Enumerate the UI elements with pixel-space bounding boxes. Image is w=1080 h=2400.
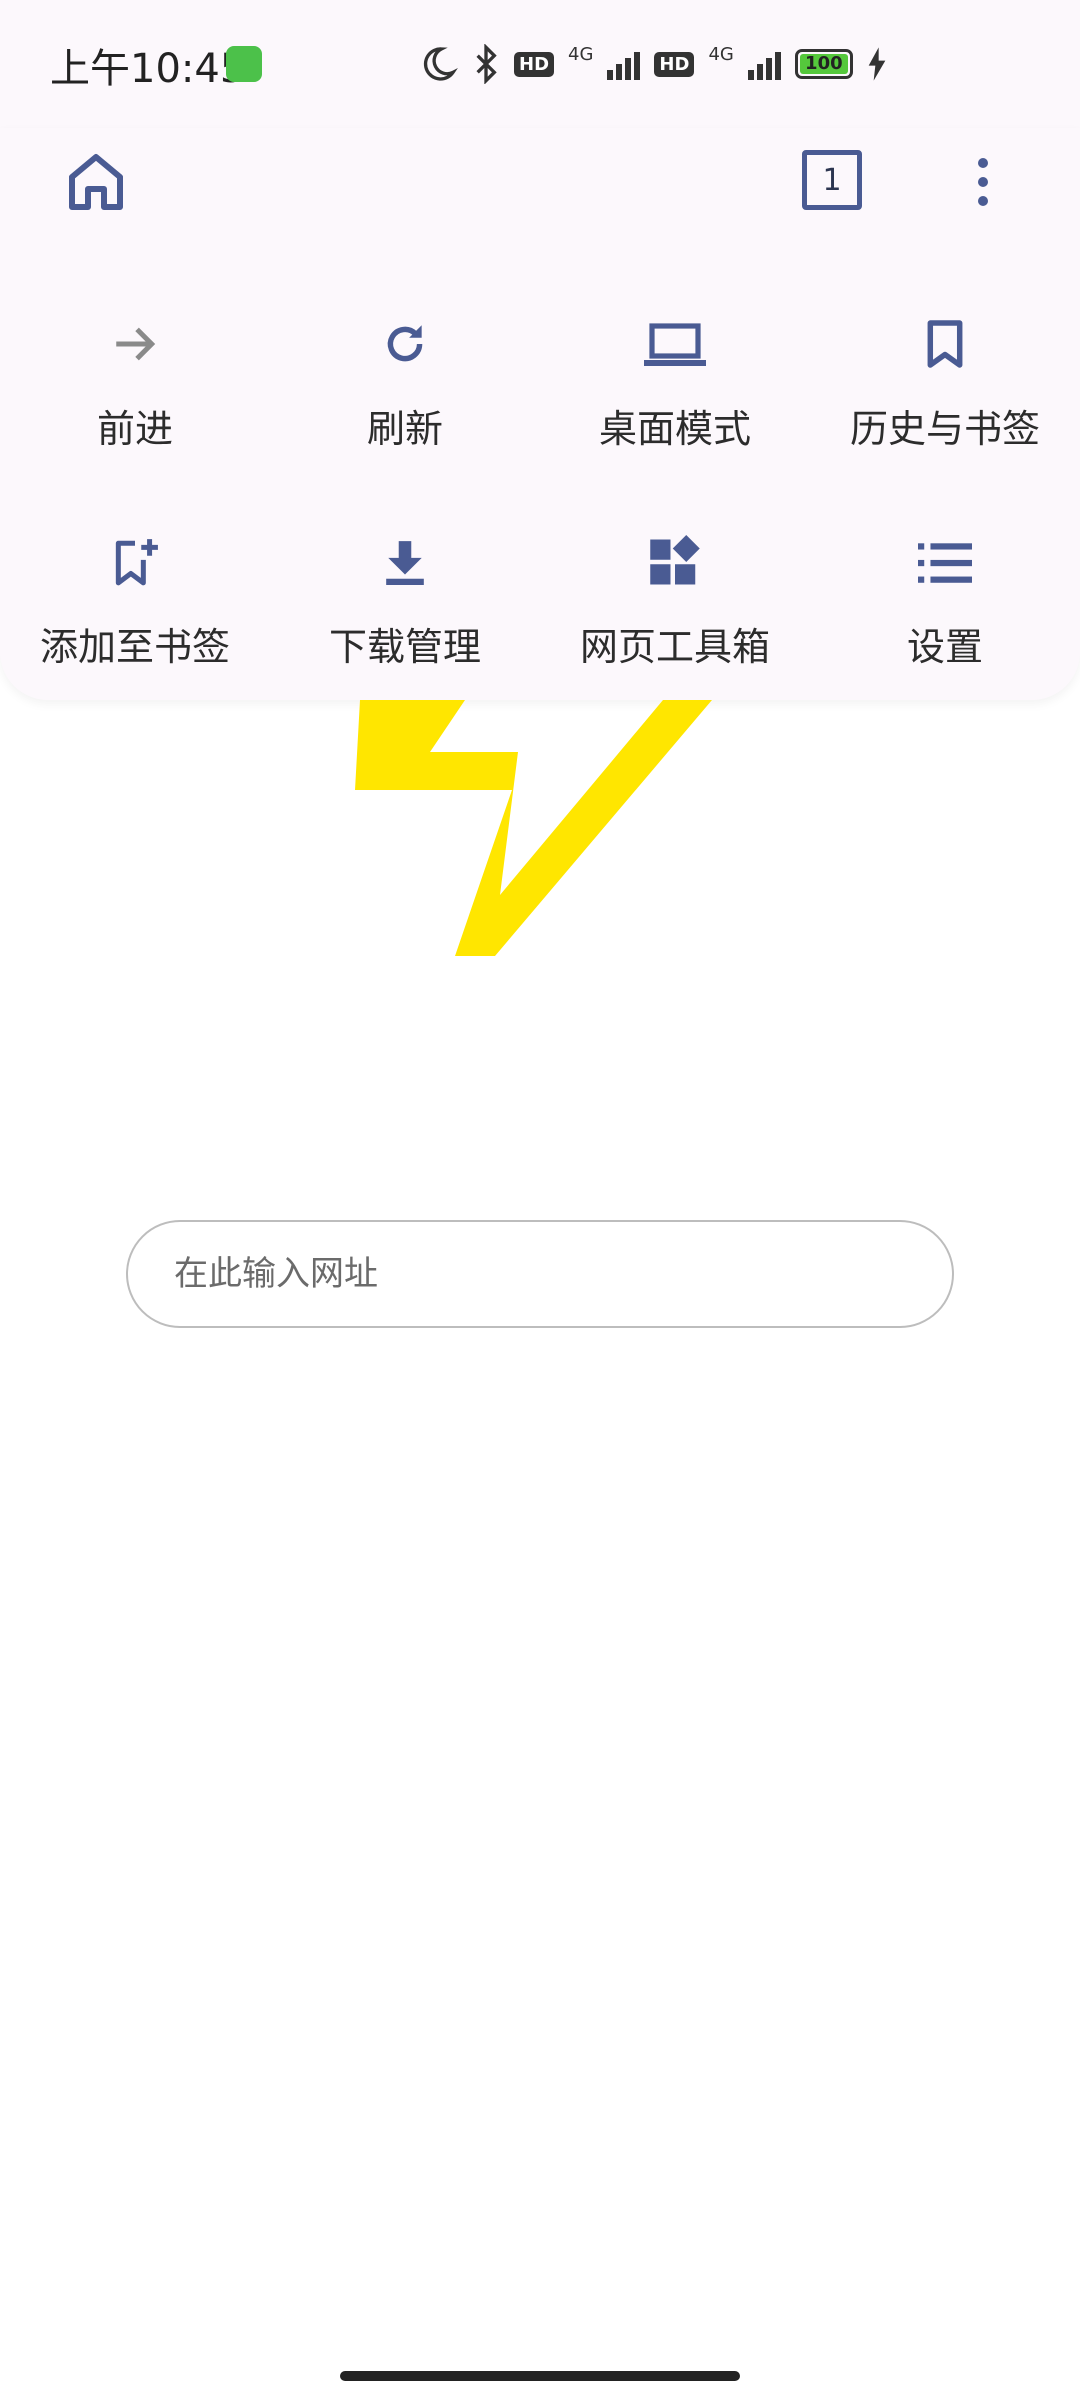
menu-item-refresh[interactable]: 刷新 [270, 288, 540, 508]
menu-item-label: 前进 [96, 407, 173, 451]
signal-icon [747, 48, 781, 80]
more-options-button[interactable] [958, 142, 1008, 222]
tab-count: 1 [802, 150, 862, 210]
menu-item-add-bookmark[interactable]: 添加至书签 [0, 506, 270, 726]
bookmark-add-icon [115, 539, 158, 586]
menu-item-label: 添加至书签 [39, 625, 230, 669]
app-notification-icon [226, 46, 262, 82]
list-settings-icon [918, 543, 972, 583]
network-type: 4G [568, 43, 594, 65]
menu-item-label: 刷新 [366, 407, 443, 451]
home-indicator[interactable] [340, 2371, 740, 2381]
hd-badge: HD [514, 51, 555, 77]
signal-icon [607, 48, 641, 80]
laptop-icon [644, 323, 706, 366]
url-input[interactable] [172, 1253, 952, 1295]
tabs-button[interactable]: 1 [798, 146, 866, 214]
browser-logo [355, 700, 712, 956]
arrow-right-icon [116, 327, 156, 361]
download-icon [386, 541, 424, 585]
menu-item-label: 下载管理 [328, 625, 481, 669]
moon-icon [423, 47, 458, 81]
status-time: 上午10:45 [50, 46, 246, 92]
charging-icon [868, 47, 886, 81]
status-bar: 上午10:45 HD 4G HD 4G 100 [0, 0, 1080, 128]
hd-badge: HD [654, 51, 695, 77]
browser-menu-panel: 1 前进 刷新 桌面模式 历史与书签 添加至书签 下载管理 网页工具箱 设置 [0, 128, 1080, 700]
widgets-icon [650, 535, 700, 585]
status-icons: HD 4G HD 4G 100 [418, 40, 887, 88]
refresh-icon [387, 325, 423, 362]
menu-item-web-toolbox[interactable]: 网页工具箱 [540, 506, 810, 726]
menu-item-forward[interactable]: 前进 [0, 288, 270, 508]
network-type: 4G [708, 43, 734, 65]
menu-item-desktop-mode[interactable]: 桌面模式 [540, 288, 810, 508]
menu-item-download-manager[interactable]: 下载管理 [270, 506, 540, 726]
battery-icon: 100 [794, 49, 853, 79]
url-search-box[interactable] [126, 1220, 954, 1328]
menu-item-label: 历史与书签 [849, 407, 1040, 451]
home-button[interactable] [56, 142, 136, 222]
more-vert-icon [978, 158, 988, 206]
menu-item-label: 桌面模式 [598, 407, 751, 451]
bluetooth-icon [476, 44, 497, 84]
bookmark-icon [927, 320, 963, 368]
menu-item-settings[interactable]: 设置 [810, 506, 1080, 726]
menu-item-label: 设置 [906, 625, 983, 669]
menu-item-label: 网页工具箱 [579, 625, 770, 669]
battery-level: 100 [799, 54, 848, 74]
home-icon [69, 154, 123, 210]
menu-item-history-bookmarks[interactable]: 历史与书签 [810, 288, 1080, 508]
